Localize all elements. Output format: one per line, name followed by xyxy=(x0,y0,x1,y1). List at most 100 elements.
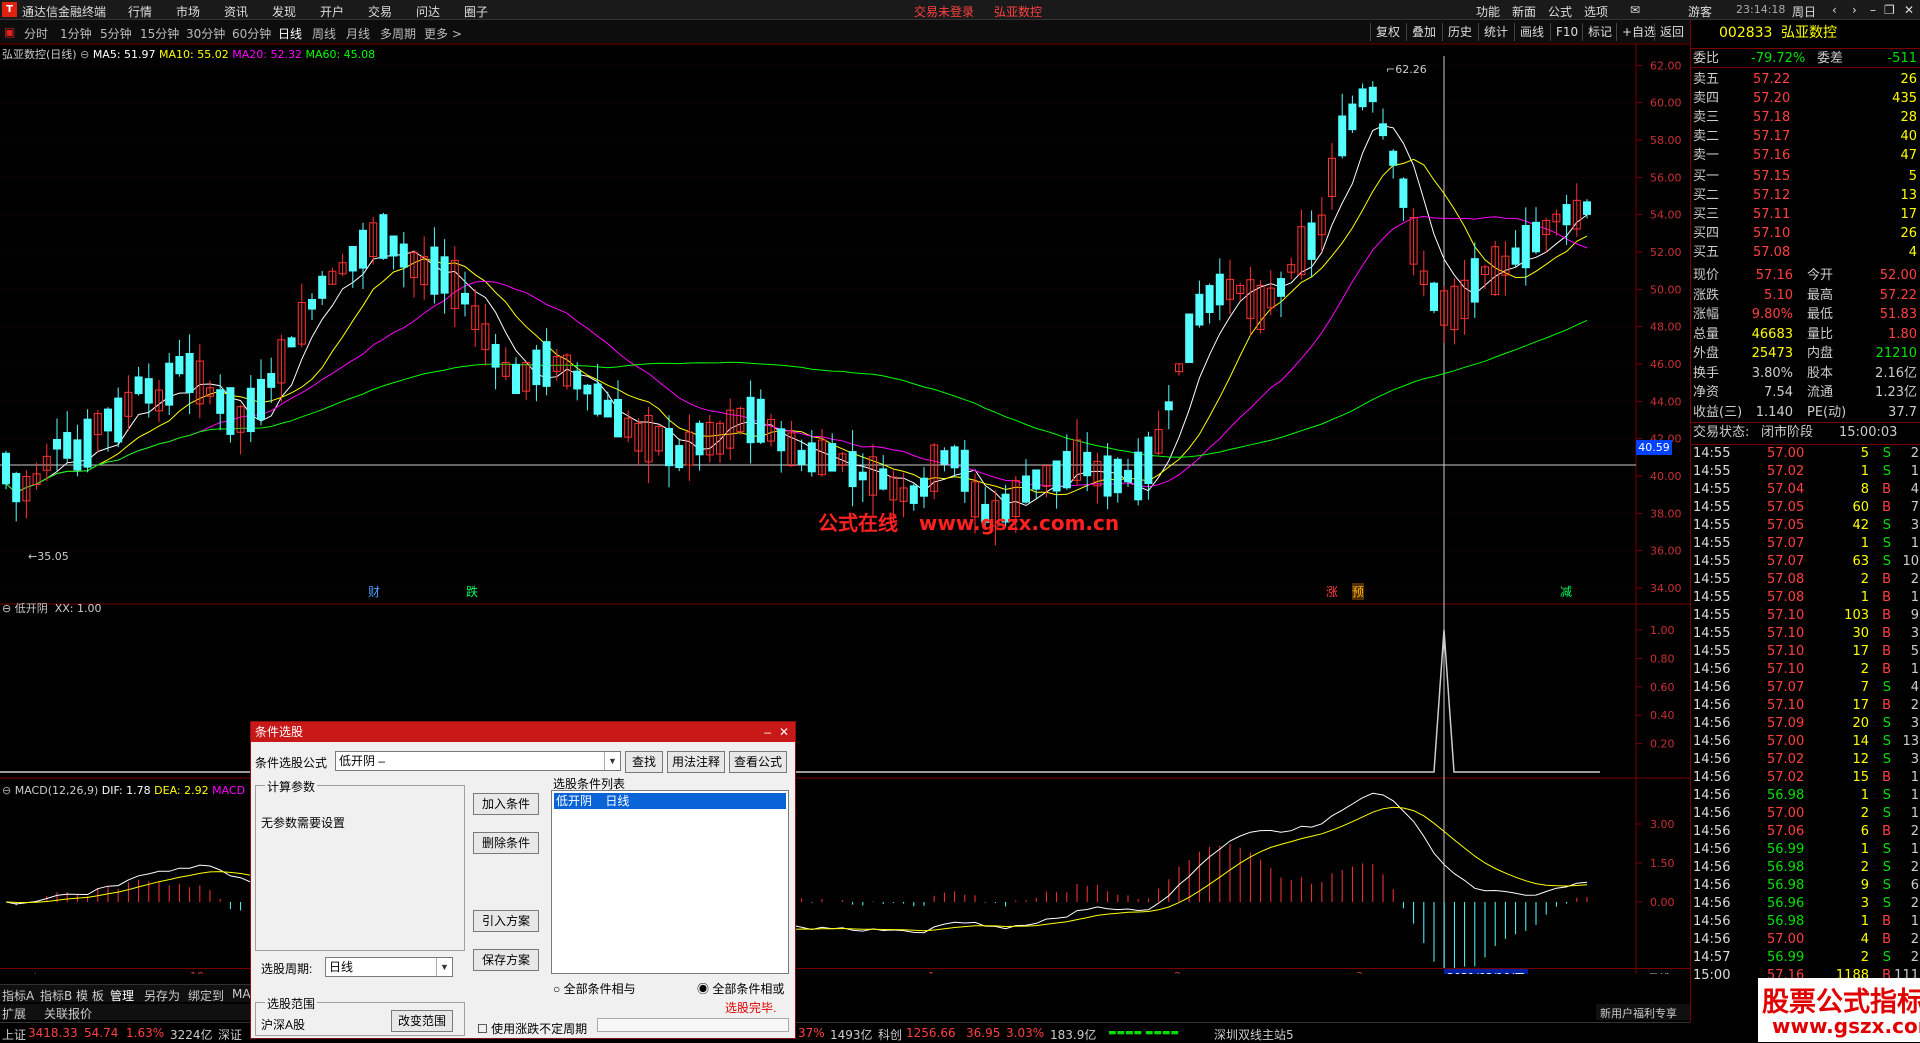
tick-row[interactable]: 14:56 57.02 12 S 3 xyxy=(1691,751,1920,769)
close-icon[interactable]: ✕ xyxy=(779,722,789,742)
user-label[interactable]: 游客 xyxy=(1688,3,1712,20)
tab-related-quote[interactable]: 关联报价 xyxy=(44,1005,92,1022)
btn-return[interactable]: 返回 xyxy=(1654,23,1689,41)
tick-row[interactable]: 14:56 56.99 1 S 1 xyxy=(1691,841,1920,859)
tick-row[interactable]: 14:56 57.06 6 B 2 xyxy=(1691,823,1920,841)
menu-formula[interactable]: 公式 xyxy=(1548,3,1572,20)
tab-bind[interactable]: 绑定到 xyxy=(188,987,224,1004)
marker-jian[interactable]: 减 xyxy=(1560,583,1572,600)
tick-row[interactable]: 14:55 57.02 1 S 1 xyxy=(1691,463,1920,481)
panel-toggle-icon[interactable]: ▣ xyxy=(4,25,15,39)
menu-news[interactable]: 资讯 xyxy=(224,3,248,20)
usage-button[interactable]: 用法注释 xyxy=(667,751,725,773)
server-name[interactable]: 深圳双线主站5 xyxy=(1214,1026,1294,1043)
tick-row[interactable]: 14:56 57.00 4 B 2 xyxy=(1691,931,1920,949)
btn-mark[interactable]: 标记 xyxy=(1582,23,1617,41)
tick-row[interactable]: 14:55 57.05 60 B 7 xyxy=(1691,499,1920,517)
import-plan-button[interactable]: 引入方案 xyxy=(473,910,539,932)
formula-combo[interactable]: 低开阴 – ▼ xyxy=(335,751,621,771)
close-icon[interactable]: ✕ xyxy=(1904,3,1914,17)
menu-market[interactable]: 市场 xyxy=(176,3,200,20)
dialog-titlebar[interactable]: 条件选股 – ✕ xyxy=(251,722,795,742)
tick-row[interactable]: 14:55 57.05 42 S 3 xyxy=(1691,517,1920,535)
tick-row[interactable]: 14:55 57.10 30 B 3 xyxy=(1691,625,1920,643)
period-combo[interactable]: 日线 ▼ xyxy=(325,957,453,977)
or-radio[interactable]: ◉ 全部条件相或 xyxy=(697,980,784,997)
tab-60min[interactable]: 60分钟 xyxy=(232,25,271,42)
tab-30min[interactable]: 30分钟 xyxy=(186,25,225,42)
btn-stats[interactable]: 统计 xyxy=(1478,23,1513,41)
and-radio[interactable]: ○ 全部条件相与 xyxy=(553,980,636,997)
marker-die[interactable]: 跌 xyxy=(466,583,478,600)
tab-monthly[interactable]: 月线 xyxy=(346,25,370,42)
tick-row[interactable]: 14:56 57.00 14 S 13 xyxy=(1691,733,1920,751)
btn-draw[interactable]: 画线 xyxy=(1514,23,1549,41)
tick-row[interactable]: 14:56 56.98 1 B 1 xyxy=(1691,913,1920,931)
condition-list-item[interactable]: 低开阴 日线 xyxy=(554,793,786,809)
tab-template[interactable]: 模 板 xyxy=(76,987,104,1004)
tab-daily[interactable]: 日线 xyxy=(278,25,302,42)
menu-layout[interactable]: 新面 xyxy=(1512,3,1536,20)
tick-row[interactable]: 14:56 56.96 3 S 2 xyxy=(1691,895,1920,913)
btn-f10[interactable]: F10 xyxy=(1550,23,1583,41)
forward-arrow-icon[interactable]: › xyxy=(1852,3,1857,17)
tab-multi[interactable]: 多周期 xyxy=(380,25,416,42)
tick-row[interactable]: 14:55 57.07 63 S 10 xyxy=(1691,553,1920,571)
menu-hq[interactable]: 行情 xyxy=(128,3,152,20)
mail-icon[interactable]: ✉ xyxy=(1630,3,1640,17)
marker-cai[interactable]: 财 xyxy=(368,583,380,600)
menu-options[interactable]: 选项 xyxy=(1584,3,1608,20)
tab-indicator-b[interactable]: 指标B xyxy=(40,987,72,1004)
marker-zhang[interactable]: 涨 xyxy=(1326,583,1338,600)
btn-fuquan[interactable]: 复权 xyxy=(1370,23,1405,41)
tick-row[interactable]: 14:56 57.02 15 B 1 xyxy=(1691,769,1920,787)
use-period-checkbox[interactable]: ☐ 使用涨跌不定周期 xyxy=(477,1020,587,1037)
tick-row[interactable]: 14:55 57.04 8 B 4 xyxy=(1691,481,1920,499)
menu-ask[interactable]: 问达 xyxy=(416,3,440,20)
tick-row[interactable]: 14:56 56.98 9 S 6 xyxy=(1691,877,1920,895)
tab-extend[interactable]: 扩展 xyxy=(2,1005,26,1022)
tick-row[interactable]: 14:56 57.10 17 B 2 xyxy=(1691,697,1920,715)
tick-row[interactable]: 14:55 57.10 103 B 9 xyxy=(1691,607,1920,625)
view-formula-button[interactable]: 查看公式 xyxy=(729,751,787,773)
tick-row[interactable]: 14:56 57.09 20 S 3 xyxy=(1691,715,1920,733)
trade-status[interactable]: 交易未登录 xyxy=(914,3,974,20)
promo-box[interactable]: 新用户福利专享 xyxy=(1596,1004,1690,1020)
tick-row[interactable]: 14:55 57.08 2 B 2 xyxy=(1691,571,1920,589)
tick-list[interactable]: 14:55 57.00 5 S 2 14:55 57.02 1 S 1 14:55 57.04 8 B 4 1… xyxy=(1691,444,1920,983)
save-plan-button[interactable]: 保存方案 xyxy=(473,949,539,971)
tab-weekly[interactable]: 周线 xyxy=(312,25,336,42)
back-arrow-icon[interactable]: ‹ xyxy=(1832,3,1837,17)
tick-row[interactable]: 14:56 57.00 2 S 1 xyxy=(1691,805,1920,823)
condition-list[interactable]: 低开阴 日线 xyxy=(551,790,789,974)
tab-manage[interactable]: 管理 xyxy=(110,987,134,1004)
settings-icon[interactable]: ⊖ xyxy=(80,48,93,61)
macd-settings-icon[interactable]: ⊖ xyxy=(2,784,15,797)
minimize-icon[interactable]: – xyxy=(1870,3,1876,17)
marker-yu[interactable]: 预 xyxy=(1352,583,1365,600)
tab-15min[interactable]: 15分钟 xyxy=(140,25,179,42)
tab-fenshi[interactable]: 分时 xyxy=(24,25,48,42)
change-range-button[interactable]: 改变范围 xyxy=(391,1010,453,1032)
btn-overlay[interactable]: 叠加 xyxy=(1406,23,1441,41)
tab-5min[interactable]: 5分钟 xyxy=(100,25,132,42)
tick-row[interactable]: 14:56 57.07 7 S 4 xyxy=(1691,679,1920,697)
tick-row[interactable]: 14:55 57.10 17 B 5 xyxy=(1691,643,1920,661)
tick-row[interactable]: 14:56 57.10 2 B 1 xyxy=(1691,661,1920,679)
find-button[interactable]: 查找 xyxy=(625,751,663,773)
menu-trade[interactable]: 交易 xyxy=(368,3,392,20)
tab-saveas[interactable]: 另存为 xyxy=(144,987,180,1004)
tick-row[interactable]: 14:55 57.00 5 S 2 xyxy=(1691,445,1920,463)
minimize-icon[interactable]: – xyxy=(764,722,771,742)
delete-condition-button[interactable]: 删除条件 xyxy=(473,832,539,854)
tab-1min[interactable]: 1分钟 xyxy=(60,25,92,42)
menu-function[interactable]: 功能 xyxy=(1476,3,1500,20)
add-condition-button[interactable]: 加入条件 xyxy=(473,793,539,815)
btn-history[interactable]: 历史 xyxy=(1442,23,1477,41)
restore-icon[interactable]: ❐ xyxy=(1884,3,1895,17)
tick-row[interactable]: 14:57 56.99 2 S 2 xyxy=(1691,949,1920,967)
tab-indicator-a[interactable]: 指标A xyxy=(2,987,34,1004)
menu-discover[interactable]: 发现 xyxy=(272,3,296,20)
tick-row[interactable]: 14:56 56.98 1 S 1 xyxy=(1691,787,1920,805)
menu-account[interactable]: 开户 xyxy=(320,3,344,20)
